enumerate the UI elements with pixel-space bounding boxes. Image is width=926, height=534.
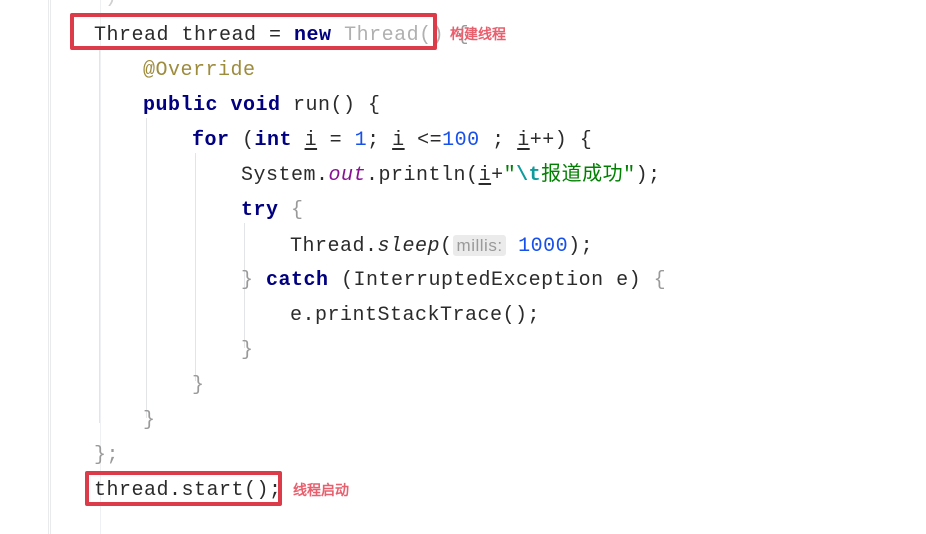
code-token: for [192, 129, 230, 152]
code-token: } [192, 374, 205, 397]
code-token: ( [229, 129, 255, 152]
code-token: } [143, 409, 156, 432]
code-token: " [503, 164, 517, 187]
gutter-rule-left [48, 0, 49, 534]
code-token: \t [516, 164, 542, 187]
code-token: Thread. [290, 235, 378, 258]
code-line[interactable]: } catch (InterruptedException e) { [241, 263, 666, 298]
code-token: + [491, 164, 504, 187]
start-thread-note: 线程启动 [293, 483, 349, 499]
code-token: 100 [442, 129, 480, 152]
parameter-hint: millis: [452, 235, 506, 256]
code-token: i [304, 129, 318, 152]
code-token: ; [479, 129, 518, 152]
gutter-rule-left-inner [50, 0, 51, 534]
code-token: System. [241, 164, 329, 187]
code-token: ++) { [529, 129, 593, 152]
code-token: i [517, 129, 530, 152]
indent-guide-level-3 [195, 153, 196, 381]
code-line[interactable]: } [143, 403, 156, 438]
code-line[interactable]: System.out.println(i+"\t报道成功"); [241, 158, 661, 193]
code-token: <= [404, 129, 443, 152]
code-token: } [241, 269, 267, 292]
code-token: ( [440, 235, 453, 258]
code-editor-canvas: ) Thread thread = new Thread() {@Overrid… [0, 0, 926, 534]
code-token: sleep [377, 235, 441, 258]
code-token: i [392, 129, 405, 152]
code-token: }; [94, 444, 120, 467]
code-line[interactable]: e.printStackTrace(); [290, 298, 540, 333]
code-token: { [641, 269, 667, 292]
code-token: public void [143, 94, 281, 117]
clipped-glyph-top: ) [105, 0, 117, 9]
code-token: catch [266, 269, 329, 292]
code-token: int [254, 129, 293, 152]
code-token: 1000 [518, 235, 569, 258]
code-token: 1 [354, 129, 368, 152]
code-token: .println( [366, 164, 479, 187]
code-token: } [241, 339, 254, 362]
code-token: ; [367, 129, 393, 152]
code-line[interactable]: } [241, 333, 254, 368]
code-token: @Override [143, 59, 256, 82]
construct-thread-box [70, 13, 437, 50]
code-token: { [278, 199, 304, 222]
code-token: (InterruptedException e) [328, 269, 642, 292]
code-token: out [328, 164, 367, 187]
code-line[interactable]: try { [241, 193, 304, 228]
code-token: 报道成功" [541, 164, 636, 187]
start-thread-box [85, 471, 282, 506]
code-line[interactable]: }; [94, 438, 119, 473]
code-line[interactable]: @Override [143, 53, 256, 88]
construct-thread-note: 构建线程 [450, 27, 506, 43]
code-token: try [241, 199, 279, 222]
code-line[interactable]: public void run() { [143, 88, 381, 123]
code-line[interactable]: for (int i = 1; i <=100 ; i++) { [192, 123, 592, 158]
code-line[interactable]: Thread.sleep(millis: 1000); [290, 228, 593, 264]
code-token: i [478, 164, 492, 187]
indent-guide-level-1 [99, 48, 100, 423]
code-token: ); [568, 235, 594, 258]
code-token: e.printStackTrace(); [290, 304, 541, 327]
indent-guide-level-2 [146, 118, 147, 418]
code-token: ); [635, 164, 661, 187]
code-token: = [317, 129, 355, 152]
code-token: run() { [280, 94, 381, 117]
code-line[interactable]: } [192, 368, 205, 403]
